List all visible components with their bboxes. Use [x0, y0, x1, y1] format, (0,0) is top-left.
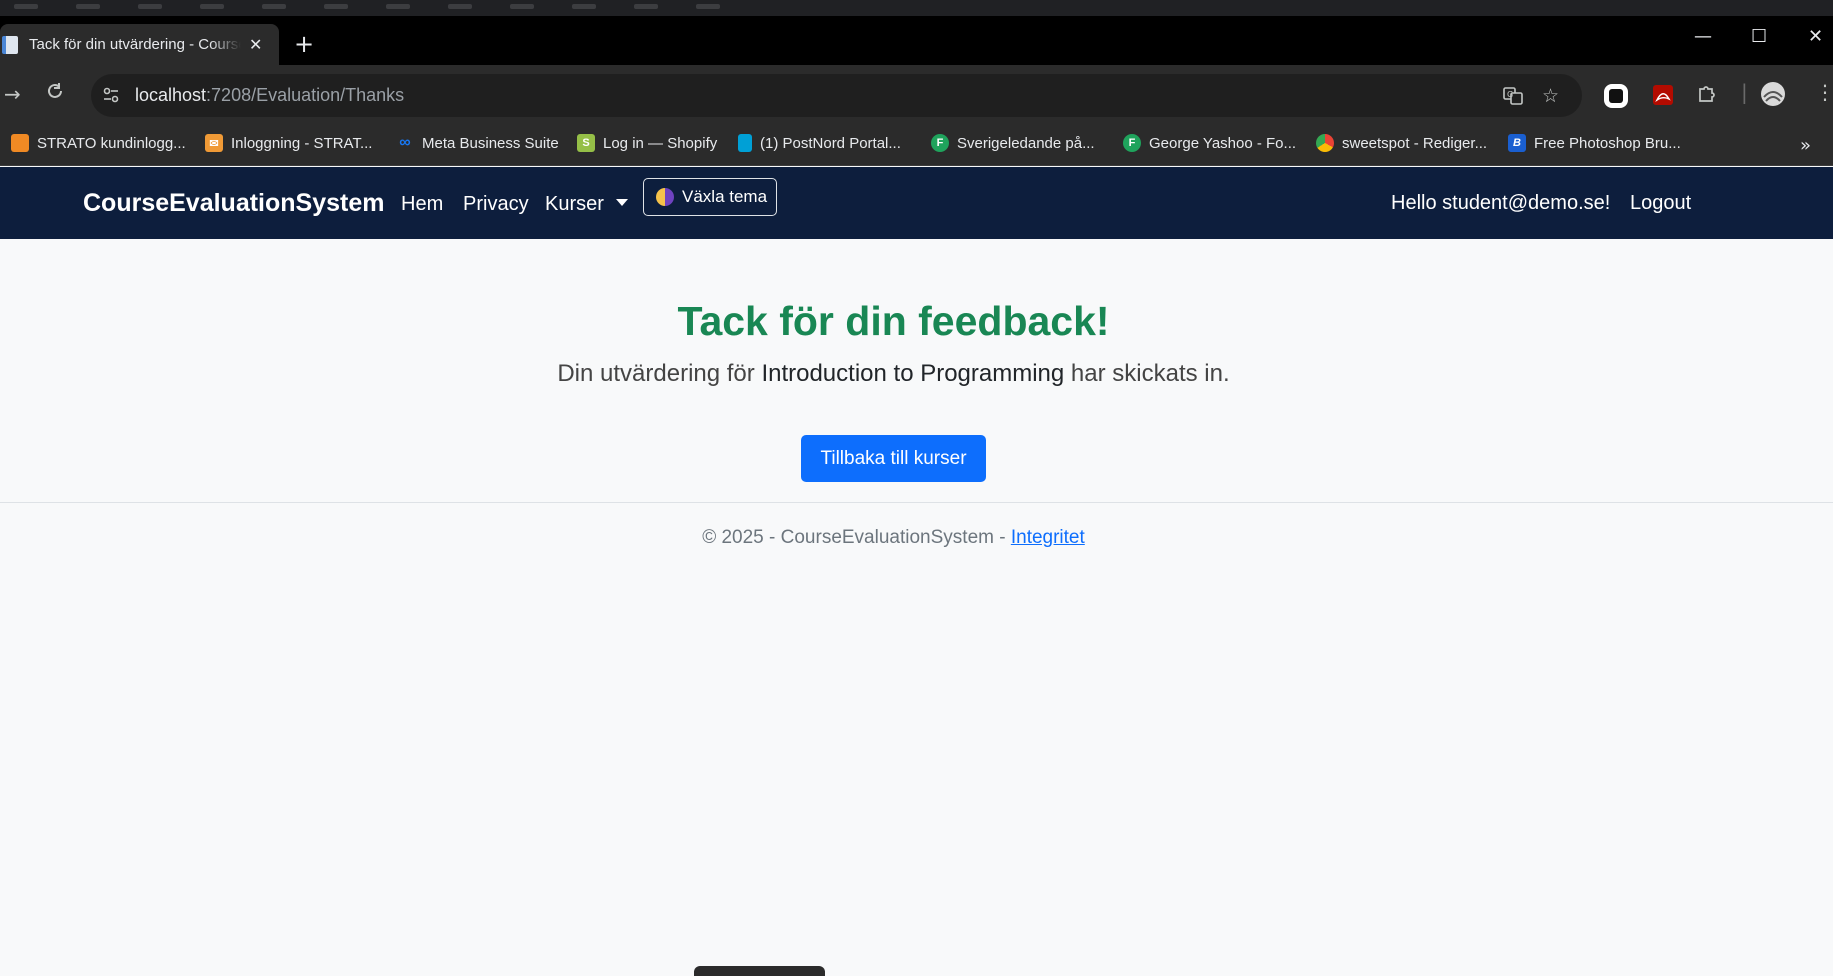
bookmark-item[interactable]: sweetspot - Rediger...: [1316, 134, 1487, 152]
course-name: Introduction to Programming: [761, 360, 1065, 387]
taskbar-tooltip-peek: [694, 966, 825, 976]
bookmark-item[interactable]: ∞ Meta Business Suite: [396, 134, 559, 152]
bookmark-label: sweetspot - Rediger...: [1342, 134, 1488, 152]
minimize-window-button[interactable]: —: [1694, 26, 1712, 47]
extensions-puzzle-icon[interactable]: [1696, 82, 1718, 109]
page-title: Tack för din feedback!: [677, 298, 1110, 344]
brand-link[interactable]: CourseEvaluationSystem: [83, 189, 385, 218]
address-bar[interactable]: localhost:7208/Evaluation/Thanks G ☆: [91, 74, 1582, 117]
nav-link-privacy[interactable]: Privacy: [463, 193, 529, 216]
mail-icon: ✉: [205, 134, 223, 152]
url-path: :7208/Evaluation/Thanks: [206, 85, 405, 105]
shopify-icon: S: [577, 134, 595, 152]
bookmark-label: STRATO kundinlogg...: [37, 134, 186, 152]
page-favicon-icon: [2, 35, 18, 54]
reload-icon[interactable]: [45, 81, 65, 106]
nav-dropdown-label: Kurser: [545, 193, 604, 215]
translate-icon[interactable]: G: [1502, 85, 1524, 112]
toolbar-divider: |: [1741, 80, 1748, 104]
bookmark-item[interactable]: STRATO kundinlogg...: [11, 134, 186, 152]
bookmark-item[interactable]: ✉ Inloggning - STRAT...: [205, 134, 372, 152]
bookmark-item[interactable]: S Log in — Shopify: [577, 134, 717, 152]
browser-toolbar: → localhost:7208/Evaluation/Thanks G ☆ |…: [0, 65, 1833, 127]
fortnox-icon: F: [931, 134, 949, 152]
bookmark-label: (1) PostNord Portal...: [760, 134, 901, 152]
os-menu-ghost: [14, 4, 720, 9]
fortnox-icon: F: [1123, 134, 1141, 152]
bookmark-label: Log in — Shopify: [603, 134, 718, 152]
chevron-down-icon: [615, 199, 628, 207]
profile-avatar[interactable]: [1760, 81, 1786, 112]
bookmark-label: Inloggning - STRAT...: [231, 134, 373, 152]
bookmark-label: George Yashoo - Fo...: [1149, 134, 1297, 152]
tab-title: Tack för din utvärdering - CourseEvaluat…: [29, 36, 241, 53]
brusheezy-icon: B: [1508, 134, 1526, 152]
close-window-button[interactable]: ✕: [1808, 26, 1823, 47]
meta-icon: ∞: [399, 134, 411, 151]
bookmark-item[interactable]: (1) PostNord Portal...: [738, 134, 901, 152]
browser-menu-icon[interactable]: ⋮: [1815, 80, 1833, 104]
browser-tab[interactable]: Tack för din utvärdering - CourseEvaluat…: [0, 24, 279, 65]
bookmark-item[interactable]: B Free Photoshop Bru...: [1508, 134, 1681, 152]
maximize-window-button[interactable]: ☐: [1751, 26, 1767, 47]
bookmark-star-icon[interactable]: ☆: [1542, 85, 1559, 107]
footer-divider: [0, 502, 1833, 503]
os-menu-strip: [0, 0, 1833, 16]
back-to-courses-button[interactable]: Tillbaka till kurser: [801, 435, 986, 482]
message-suffix: har skickats in.: [1064, 360, 1230, 387]
bookmark-label: Free Photoshop Bru...: [1534, 134, 1681, 152]
logout-link[interactable]: Logout: [1630, 192, 1691, 215]
postnord-icon: [738, 134, 752, 152]
theme-contrast-icon: [656, 188, 674, 206]
page-content: CourseEvaluationSystem Hem Privacy Kurse…: [0, 167, 1833, 976]
extension-ghost-icon[interactable]: [1602, 82, 1630, 115]
message-prefix: Din utvärdering för: [557, 360, 762, 387]
confirmation-message: Din utvärdering för Introduction to Prog…: [0, 360, 1787, 388]
bookmark-item[interactable]: F Sverigeledande på...: [931, 134, 1095, 152]
nav-dropdown-kurser[interactable]: Kurser: [545, 193, 628, 216]
site-navbar: CourseEvaluationSystem Hem Privacy Kurse…: [0, 167, 1833, 239]
acrobat-icon[interactable]: [1652, 84, 1674, 111]
tab-bar: Tack för din utvärdering - CourseEvaluat…: [0, 16, 1833, 65]
site-footer: © 2025 - CourseEvaluationSystem - Integr…: [0, 527, 1787, 549]
toggle-theme-button[interactable]: Växla tema: [643, 178, 777, 216]
toggle-theme-label: Växla tema: [682, 187, 768, 206]
forward-icon[interactable]: →: [4, 82, 21, 106]
site-info-icon[interactable]: [101, 85, 121, 105]
bookmark-label: Meta Business Suite: [422, 134, 559, 152]
user-greeting[interactable]: Hello student@demo.se!: [1391, 192, 1610, 215]
url-host: localhost: [135, 85, 207, 105]
privacy-link[interactable]: Integritet: [1011, 527, 1085, 548]
bookmark-item[interactable]: F George Yashoo - Fo...: [1123, 134, 1296, 152]
bookmarks-overflow-button[interactable]: »: [1800, 135, 1811, 156]
bookmarks-bar: STRATO kundinlogg... ✉ Inloggning - STRA…: [0, 127, 1833, 166]
strato-icon: [11, 134, 29, 152]
new-tab-button[interactable]: +: [294, 32, 314, 56]
chrome-icon: [1316, 134, 1334, 152]
footer-copyright: © 2025 - CourseEvaluationSystem -: [702, 527, 1011, 548]
bookmark-label: Sverigeledande på...: [957, 134, 1095, 152]
url-text: localhost:7208/Evaluation/Thanks: [135, 85, 404, 106]
tab-close-icon[interactable]: ✕: [249, 35, 262, 54]
svg-text:G: G: [1507, 90, 1513, 99]
nav-link-hem[interactable]: Hem: [401, 193, 443, 216]
